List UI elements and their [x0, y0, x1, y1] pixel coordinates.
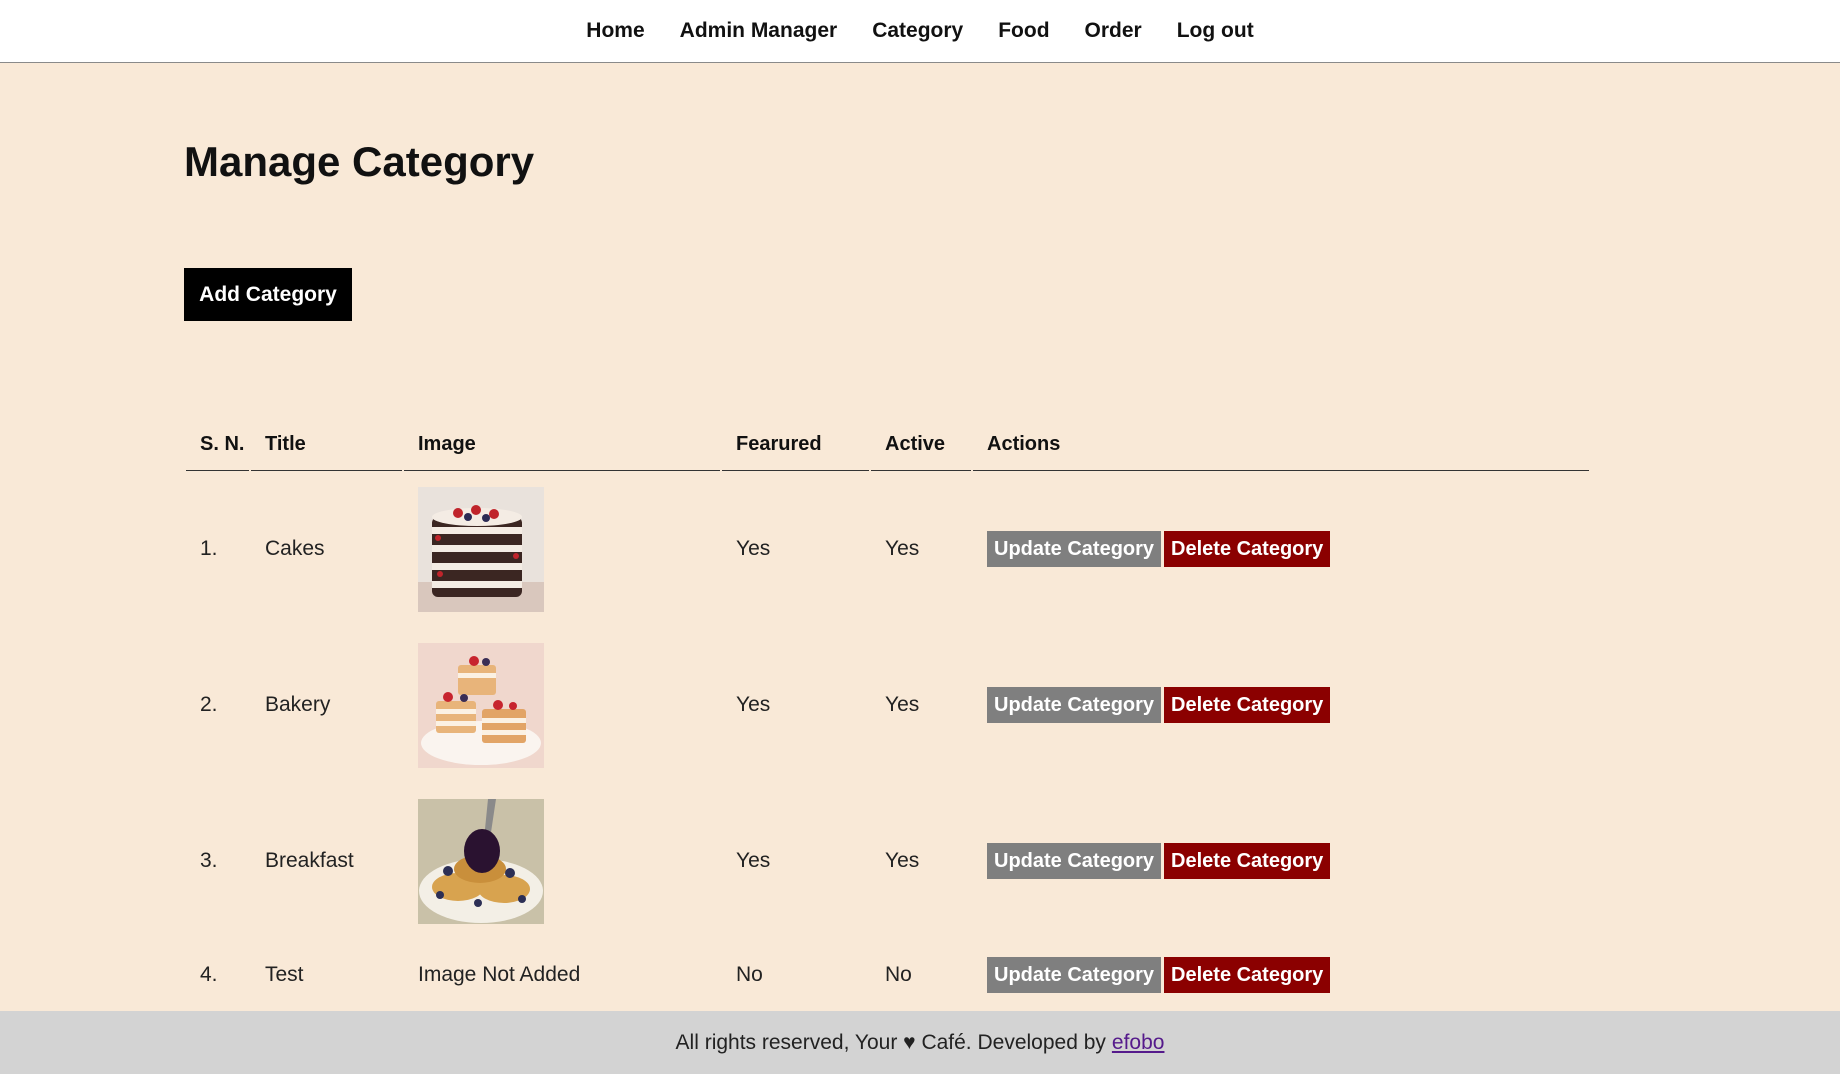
header-title: Title: [251, 419, 402, 471]
pastry-image: [418, 642, 544, 768]
delete-category-button[interactable]: Delete Category: [1164, 957, 1331, 993]
page-title: Manage Category: [184, 138, 535, 185]
table-row: 2. Bakery Yes Yes Update Category Delete…: [186, 627, 1589, 783]
add-category-button[interactable]: Add Category: [184, 268, 352, 321]
category-table: S. N. Title Image Fearured Active Action…: [184, 419, 1591, 1011]
update-category-button[interactable]: Update Category: [987, 687, 1162, 723]
row-featured: Yes: [736, 693, 771, 716]
row-featured: No: [736, 963, 763, 986]
row-active: Yes: [885, 537, 920, 560]
table-row: 1. Cakes Yes Yes Update Category Delete …: [186, 471, 1589, 627]
delete-category-button[interactable]: Delete Category: [1164, 531, 1331, 567]
table-row: 4. Test Image Not Added No No Update Cat…: [186, 939, 1589, 1011]
row-image-cell: [404, 627, 720, 783]
image-not-added-text: Image Not Added: [418, 963, 581, 986]
row-featured: Yes: [736, 537, 771, 560]
row-featured: Yes: [736, 849, 771, 872]
row-title: Test: [265, 963, 304, 986]
nav-order[interactable]: Order: [1085, 19, 1142, 42]
nav-category[interactable]: Category: [872, 19, 963, 42]
nav-admin-manager[interactable]: Admin Manager: [680, 19, 838, 42]
header-featured: Fearured: [722, 419, 869, 471]
header-sn: S. N.: [186, 419, 249, 471]
row-title: Cakes: [265, 537, 325, 560]
cake-image: [418, 486, 544, 612]
row-sn: 4.: [200, 963, 218, 986]
row-title: Bakery: [265, 693, 331, 716]
row-sn: 1.: [200, 537, 218, 560]
row-active: Yes: [885, 849, 920, 872]
nav-food[interactable]: Food: [998, 19, 1049, 42]
row-actions: Update Category Delete Category: [973, 471, 1589, 627]
footer: All rights reserved, Your ♥ Café. Develo…: [0, 1011, 1840, 1074]
update-category-button[interactable]: Update Category: [987, 957, 1162, 993]
row-actions: Update Category Delete Category: [973, 783, 1589, 939]
header-active: Active: [871, 419, 971, 471]
row-actions: Update Category Delete Category: [973, 939, 1589, 1011]
main-content: Manage Category Add Category S. N. Title…: [0, 63, 1840, 1011]
row-active: No: [885, 963, 912, 986]
footer-text: All rights reserved, Your ♥ Café. Develo…: [675, 1030, 1106, 1054]
row-actions: Update Category Delete Category: [973, 627, 1589, 783]
update-category-button[interactable]: Update Category: [987, 843, 1162, 879]
row-sn: 2.: [200, 693, 218, 716]
delete-category-button[interactable]: Delete Category: [1164, 687, 1331, 723]
footer-developer-link[interactable]: efobo: [1112, 1031, 1165, 1055]
row-sn: 3.: [200, 849, 218, 872]
top-navigation: Home Admin Manager Category Food Order L…: [0, 0, 1840, 63]
row-image-cell: [404, 471, 720, 627]
row-title: Breakfast: [265, 849, 354, 872]
header-image: Image: [404, 419, 720, 471]
row-active: Yes: [885, 693, 920, 716]
pancakes-image: [418, 798, 544, 924]
nav-log-out[interactable]: Log out: [1177, 19, 1254, 42]
update-category-button[interactable]: Update Category: [987, 531, 1162, 567]
row-image-cell: [404, 783, 720, 939]
table-header-row: S. N. Title Image Fearured Active Action…: [186, 419, 1589, 471]
delete-category-button[interactable]: Delete Category: [1164, 843, 1331, 879]
nav-home[interactable]: Home: [586, 19, 644, 42]
header-actions: Actions: [973, 419, 1589, 471]
table-row: 3. Breakfast Yes Yes Update Category Del…: [186, 783, 1589, 939]
